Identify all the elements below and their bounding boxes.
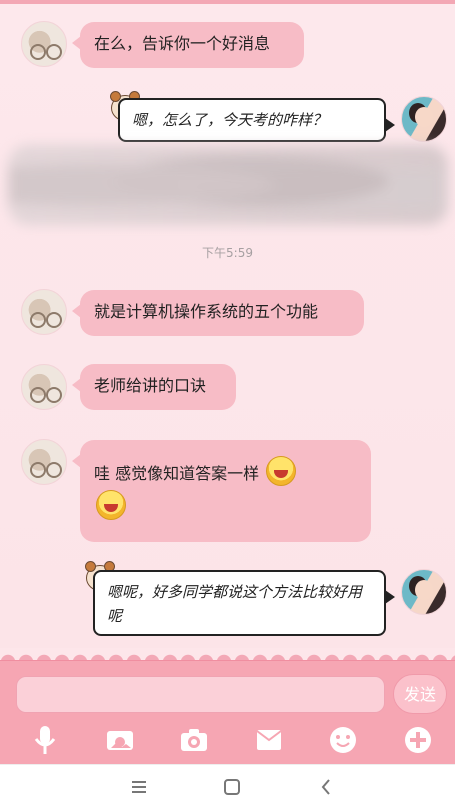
system-navigation-bar — [0, 764, 455, 810]
user-avatar[interactable] — [401, 96, 447, 142]
grinning-emoji-icon — [96, 490, 126, 520]
camera-icon[interactable] — [177, 723, 211, 757]
message-text: 嗯呢，好多同学都说这个方法比较好用呢 — [107, 583, 363, 625]
composer-bar: 发送 — [0, 660, 455, 765]
incoming-message[interactable]: 在么，告诉你一个好消息 — [72, 22, 304, 68]
message-text: 嗯，怎么了，今天考的咋样？ — [132, 111, 328, 129]
top-accent-line — [0, 0, 455, 4]
contact-avatar[interactable] — [21, 289, 67, 335]
message-timestamp: 下午5:59 — [202, 246, 253, 260]
incoming-message[interactable]: 就是计算机操作系统的五个功能 — [72, 290, 364, 336]
incoming-message[interactable]: 哇 感觉像知道答案一样 — [72, 440, 371, 542]
image-icon[interactable] — [103, 723, 137, 757]
grinning-emoji-icon — [266, 455, 297, 486]
contact-avatar[interactable] — [21, 439, 67, 485]
outgoing-message[interactable]: 嗯，怎么了，今天考的咋样？ — [118, 98, 395, 142]
microphone-icon[interactable] — [28, 723, 62, 757]
chat-area[interactable]: 在么，告诉你一个好消息 嗯，怎么了，今天考的咋样？ 下午5:59 就是计算机操作… — [0, 0, 455, 648]
contact-avatar[interactable] — [21, 21, 67, 67]
contact-avatar[interactable] — [21, 364, 67, 410]
back-icon[interactable] — [311, 774, 341, 800]
message-text: 在么，告诉你一个好消息 — [94, 34, 271, 53]
envelope-icon[interactable] — [252, 723, 286, 757]
message-text: 老师给讲的口诀 — [94, 376, 207, 395]
incoming-message[interactable]: 老师给讲的口诀 — [72, 364, 236, 410]
send-button[interactable]: 发送 — [393, 674, 447, 714]
outgoing-message[interactable]: 嗯呢，好多同学都说这个方法比较好用呢 — [93, 570, 395, 636]
redacted-region — [8, 145, 448, 225]
message-input[interactable] — [16, 676, 385, 713]
menu-icon[interactable] — [124, 774, 154, 800]
message-text: 就是计算机操作系统的五个功能 — [94, 302, 319, 321]
user-avatar[interactable] — [401, 569, 447, 615]
plus-icon[interactable] — [401, 723, 435, 757]
smiley-icon[interactable] — [326, 723, 360, 757]
message-text: 哇 感觉像知道答案一样 — [94, 464, 260, 483]
home-icon[interactable] — [217, 774, 247, 800]
